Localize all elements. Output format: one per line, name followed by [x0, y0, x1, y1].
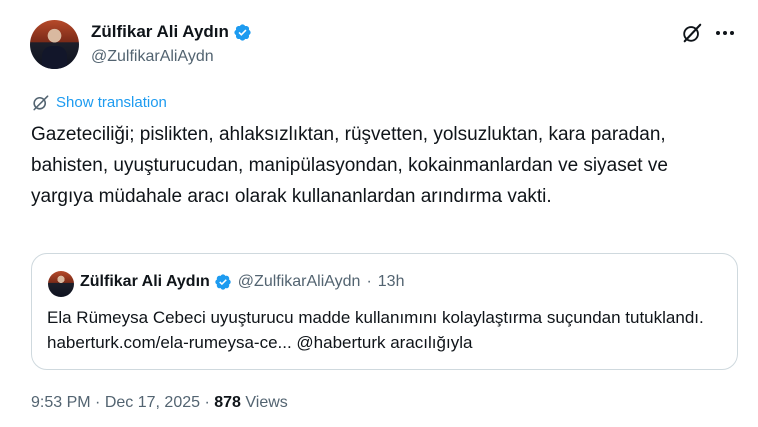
views-count: 878 — [214, 394, 241, 411]
quoted-separator: · — [366, 273, 372, 290]
quoted-author-row: Zülfikar Ali Aydın @ZulfikarAliAydn · 13… — [80, 273, 404, 291]
author-name-row[interactable]: Zülfikar Ali Aydın — [91, 22, 252, 42]
quoted-time: 13h — [377, 273, 405, 290]
author-name[interactable]: Zülfikar Ali Aydın — [91, 22, 229, 42]
verified-badge-icon — [234, 23, 251, 41]
grok-translate-icon — [33, 95, 49, 111]
show-translation-link[interactable]: Show translation — [31, 93, 167, 112]
tweet-text: Gazeteciliği; pislikten, ahlaksızlıktan,… — [31, 124, 668, 207]
more-options-icon[interactable] — [714, 24, 736, 42]
quoted-author-name: Zülfikar Ali Aydın — [80, 273, 210, 290]
author-handle[interactable]: @ZulfikarAliAydn — [91, 48, 214, 66]
tweet-footer: 9:53 PM · Dec 17, 2025 · 878 Views — [31, 394, 288, 412]
quoted-author-avatar — [48, 271, 74, 297]
footer-separator-2: · — [204, 394, 210, 411]
author-avatar[interactable] — [30, 20, 79, 69]
views-label: Views — [245, 394, 288, 411]
grok-icon[interactable] — [681, 22, 703, 44]
quoted-tweet-text: Ela Rümeysa Cebeci uyuşturucu madde kull… — [47, 308, 704, 352]
show-translation-label[interactable]: Show translation — [56, 94, 167, 111]
tweet-time[interactable]: 9:53 PM — [31, 394, 91, 411]
tweet-date[interactable]: Dec 17, 2025 — [105, 394, 200, 411]
quoted-verified-badge-icon — [215, 274, 231, 290]
quoted-author-handle: @ZulfikarAliAydn — [237, 273, 361, 290]
footer-separator-1: · — [95, 394, 101, 411]
